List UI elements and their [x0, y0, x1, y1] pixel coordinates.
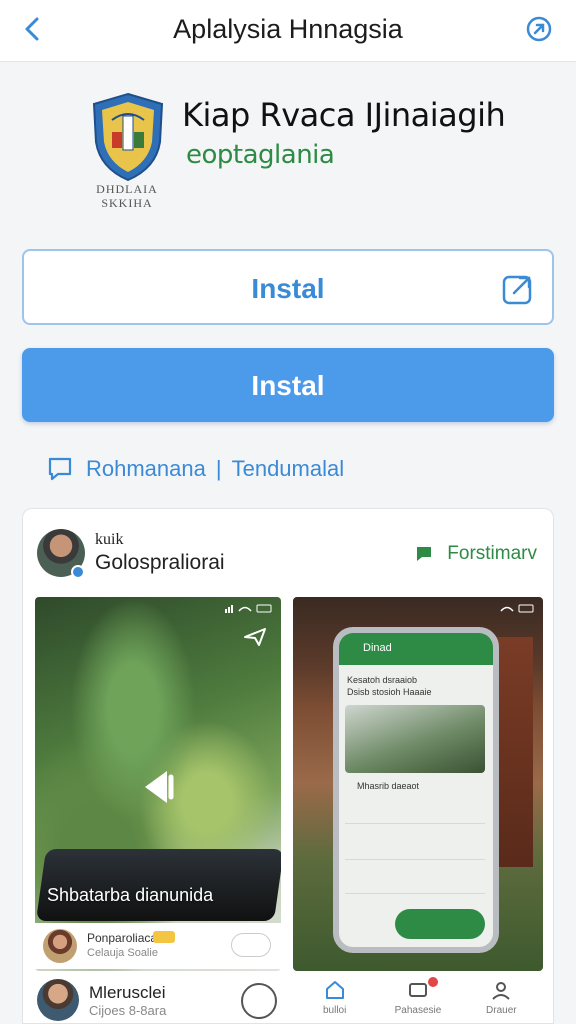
- link-right[interactable]: Tendumalal: [232, 456, 345, 482]
- screenshot-2[interactable]: Dinad Kesatoh dsraaiob Dsisb stosioh Haa…: [293, 597, 543, 971]
- play-icon[interactable]: [135, 763, 183, 811]
- install-outline-button[interactable]: Instal: [22, 249, 554, 325]
- flag-icon: [417, 547, 432, 561]
- install-button[interactable]: Instal: [22, 348, 554, 422]
- mock-app-bar: Dinad: [339, 633, 493, 665]
- chat-icon: [48, 457, 72, 481]
- install-outline-label: Instal: [251, 273, 325, 304]
- app-logo-crest: [92, 92, 164, 182]
- nav-item-profile[interactable]: Drauer: [471, 971, 531, 1023]
- screenshot-1[interactable]: Shbatarba dianunida: [35, 597, 281, 971]
- send-icon[interactable]: [243, 627, 267, 647]
- bottom-user-name: Mlerusclei: [89, 983, 166, 1002]
- bottom-user-subtitle: Cijoes 8-8ara: [89, 1003, 167, 1018]
- mock-line-1: Kesatoh dsraaiob: [347, 675, 418, 685]
- play-pill-button[interactable]: [231, 933, 271, 957]
- action-circle-button[interactable]: [241, 983, 277, 1019]
- external-link-icon[interactable]: [500, 271, 536, 307]
- notification-dot: [427, 977, 438, 987]
- back-arrow-icon[interactable]: [18, 14, 48, 44]
- nav-label: Pahasesie: [394, 1005, 442, 1016]
- install-label: Instal: [251, 370, 325, 401]
- page-title: Aplalysia Hnnagsia: [173, 14, 403, 44]
- screenshot-nav-bar: bulloi Pahasesie Drauer: [293, 971, 543, 1023]
- mock-image: [345, 705, 485, 773]
- app-name: Kiap Rvaca IJinaiagih: [182, 96, 506, 134]
- developer-name[interactable]: eoptaglania: [186, 140, 335, 170]
- screenshots-card: kuik Golospraliorai Forstimarv Shbatarba…: [22, 508, 554, 1024]
- bottom-user-row: Mlerusclei Cijoes 8-8ara: [23, 971, 289, 1023]
- user-name: Ponparoliaca: [87, 931, 158, 945]
- link-separator: |: [215, 456, 222, 481]
- home-icon: [325, 981, 344, 999]
- mock-title: Dinad: [363, 642, 392, 654]
- crest-caption: DHDLAIA SKKIHA: [96, 182, 158, 210]
- nav-label: bulloi: [322, 1005, 347, 1016]
- user-tag: [153, 931, 175, 943]
- author-handle: kuik: [95, 531, 124, 548]
- profile-icon: [492, 982, 511, 1000]
- share-icon[interactable]: [522, 12, 556, 46]
- screenshot-user-row: Ponparoliaca Celauja Soalie: [35, 923, 281, 969]
- mock-divider: [345, 893, 485, 894]
- nav-label: Drauer: [486, 1005, 517, 1016]
- user-subtitle: Celauja Soalie: [87, 947, 158, 959]
- mock-divider: [345, 823, 485, 824]
- mock-line-2: Dsisb stosioh Haaaie: [347, 687, 432, 697]
- author-name[interactable]: Golospraliorai: [95, 551, 225, 575]
- follow-label: Forstimarv: [447, 543, 537, 564]
- top-bar: Aplalysia Hnnagsia: [0, 0, 576, 62]
- info-links: Rohmanana | Tendumalal: [46, 452, 344, 486]
- link-left[interactable]: Rohmanana: [86, 456, 206, 482]
- screenshot-caption: Shbatarba dianunida: [47, 885, 214, 905]
- follow-button[interactable]: Forstimarv: [415, 543, 537, 565]
- avatar[interactable]: [37, 979, 79, 1021]
- phone-mockup: Dinad Kesatoh dsraaiob Dsisb stosioh Haa…: [333, 627, 499, 953]
- mock-cta-button: [395, 909, 485, 939]
- nav-item-home[interactable]: bulloi: [305, 971, 365, 1023]
- avatar: [43, 929, 77, 963]
- mock-reply: Mhasrib daeaot: [357, 781, 420, 791]
- status-bar-icons: [500, 604, 534, 613]
- cart-icon: [408, 983, 427, 997]
- mock-divider: [345, 859, 485, 860]
- nav-item-cart[interactable]: Pahasesie: [388, 971, 448, 1023]
- verified-badge: [71, 565, 85, 579]
- status-bar-icons: [225, 604, 272, 613]
